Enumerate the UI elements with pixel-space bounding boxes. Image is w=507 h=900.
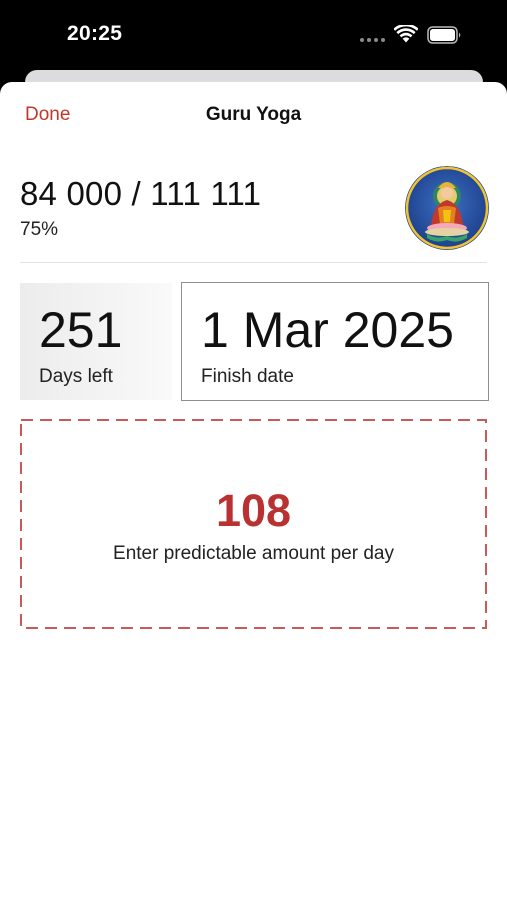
cellular-signal-icon (360, 38, 386, 42)
daily-amount-value: 108 (215, 485, 292, 536)
daily-amount-input[interactable]: 108 Enter predictable amount per day (20, 419, 487, 629)
status-bar: 20:25 (0, 0, 507, 70)
days-left-card[interactable]: 251 Days left (20, 283, 172, 400)
finish-date-value: 1 Mar 2025 (201, 302, 454, 358)
page-title: Guru Yoga (205, 104, 302, 125)
guru-portrait-icon[interactable] (405, 166, 489, 250)
days-left-label: Days left (39, 366, 113, 387)
finish-date-card[interactable]: 1 Mar 2025 Finish date (181, 282, 489, 401)
navigation-bar: Done Guru Yoga (0, 82, 507, 148)
goal-detail-sheet: Done Guru Yoga 84 000 / 111 111 75% 251 … (0, 82, 507, 900)
battery-icon (427, 26, 461, 44)
finish-date-label: Finish date (201, 366, 294, 387)
progress-percent: 75% (20, 219, 59, 240)
days-left-value: 251 (39, 302, 123, 358)
divider (20, 262, 487, 263)
status-time: 20:25 (67, 22, 123, 45)
progress-count: 84 000 / 111 111 (20, 175, 262, 212)
done-button[interactable]: Done (25, 104, 70, 126)
wifi-icon (394, 25, 418, 43)
app-screen: 20:25 Done Guru Yoga 84 000 / 111 111 75… (0, 0, 507, 900)
daily-amount-hint: Enter predictable amount per day (113, 543, 394, 564)
